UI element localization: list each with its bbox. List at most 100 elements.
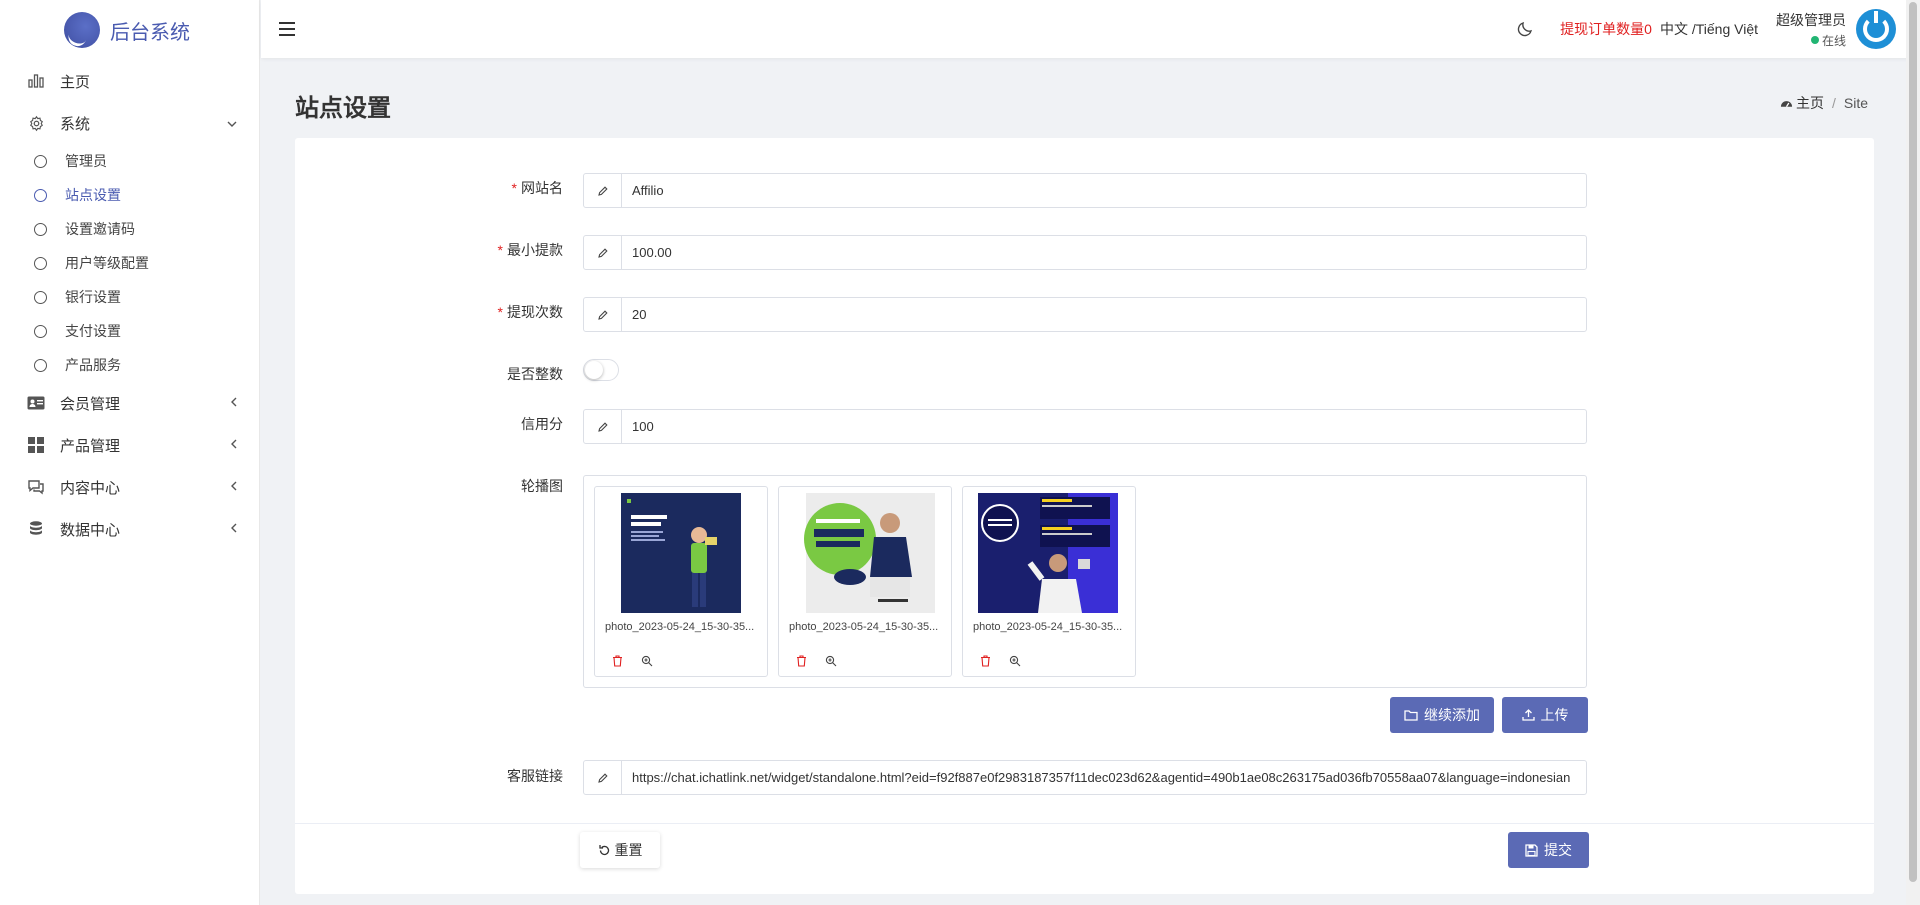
sidebar-item-label: 管理员 <box>65 153 107 169</box>
upload-icon <box>1521 709 1535 721</box>
carousel-image-3[interactable] <box>977 493 1119 613</box>
save-icon <box>1525 843 1538 857</box>
page-title: 站点设置 <box>295 95 391 122</box>
moon-icon[interactable] <box>1516 20 1534 38</box>
zoom-in-icon[interactable] <box>823 653 839 669</box>
sidebar-menu: 主页 系统 管理员 站点设置 设置邀请码 用户等级配置 银行设置 支付设置 产品… <box>0 60 259 550</box>
logo[interactable]: 后台系统 <box>0 0 259 60</box>
service-link-label: 客服链接 <box>507 768 563 784</box>
refresh-icon <box>598 844 609 855</box>
sidebar-item-products[interactable]: 产品管理 <box>0 424 259 466</box>
zoom-in-icon[interactable] <box>1007 653 1023 669</box>
sidebar-item-content[interactable]: 内容中心 <box>0 466 259 508</box>
withdraw-count-input[interactable] <box>622 298 1586 331</box>
toggle-knob <box>585 361 603 379</box>
file-name: photo_2023-05-24_15-30-35... <box>973 621 1123 633</box>
sidebar-item-label: 用户等级配置 <box>65 255 149 271</box>
sidebar-item-user-level[interactable]: 用户等级配置 <box>0 246 259 280</box>
chevron-down-icon <box>227 116 237 130</box>
folder-icon <box>1404 710 1418 721</box>
circle-icon <box>34 256 47 270</box>
withdraw-count-field[interactable] <box>583 297 1587 332</box>
file-name: photo_2023-05-24_15-30-35... <box>789 621 939 633</box>
topbar: 提现订单数量0 中文 /Tiếng Việt 超级管理员 在线 <box>261 0 1920 58</box>
sidebar-item-label: 内容中心 <box>60 479 121 497</box>
scrollbar[interactable] <box>1906 0 1920 905</box>
chevron-left-icon <box>231 396 237 410</box>
reset-button[interactable]: 重置 <box>580 832 660 868</box>
breadcrumb-home[interactable]: 主页 <box>1796 93 1824 113</box>
circle-icon <box>34 290 47 304</box>
pencil-icon <box>584 298 622 331</box>
zoom-in-icon[interactable] <box>639 653 655 669</box>
sidebar-item-home[interactable]: 主页 <box>0 60 259 102</box>
required-mark: * <box>497 242 503 258</box>
required-mark: * <box>511 180 517 196</box>
trash-icon[interactable] <box>977 653 993 669</box>
sidebar-item-bank-settings[interactable]: 银行设置 <box>0 280 259 314</box>
sidebar-item-product-service[interactable]: 产品服务 <box>0 348 259 382</box>
carousel-thumb: photo_2023-05-24_15-30-35... <box>594 486 768 677</box>
user-name: 超级管理员 <box>1776 11 1846 28</box>
avatar[interactable] <box>1856 9 1896 49</box>
file-name: photo_2023-05-24_15-30-35... <box>605 621 755 633</box>
trash-icon[interactable] <box>609 653 625 669</box>
service-link-input[interactable] <box>622 761 1586 794</box>
sidebar-item-label: 会员管理 <box>60 395 121 413</box>
sidebar-item-invite-code[interactable]: 设置邀请码 <box>0 212 259 246</box>
language-switch[interactable]: 中文 /Tiếng Việt <box>1660 19 1758 39</box>
logo-icon <box>64 12 100 48</box>
integer-only-toggle[interactable] <box>583 359 619 381</box>
settings-form-card: *网站名 *最小提款 *提现次数 是否整数 信用分 轮播图 <box>295 138 1874 894</box>
credit-field[interactable] <box>583 409 1587 444</box>
carousel-image-2[interactable] <box>797 493 935 613</box>
system-submenu: 管理员 站点设置 设置邀请码 用户等级配置 银行设置 支付设置 产品服务 <box>0 144 259 382</box>
sidebar-item-system[interactable]: 系统 <box>0 102 259 144</box>
site-name-field[interactable] <box>583 173 1587 208</box>
breadcrumb: 主页 / Site <box>1780 93 1868 113</box>
add-more-button[interactable]: 继续添加 <box>1390 697 1494 733</box>
credit-input[interactable] <box>622 410 1586 443</box>
sidebar-item-site-settings[interactable]: 站点设置 <box>0 178 259 212</box>
carousel-upload-area: photo_2023-05-24_15-30-35... photo_2023-… <box>583 475 1587 688</box>
sidebar: 后台系统 主页 系统 管理员 站点设置 设置邀请码 用户等级配置 银行设置 支付… <box>0 0 260 905</box>
site-name-input[interactable] <box>622 174 1586 207</box>
sidebar-item-label: 产品管理 <box>60 437 121 455</box>
sidebar-item-label: 设置邀请码 <box>65 221 135 237</box>
sidebar-item-label: 系统 <box>60 115 91 133</box>
trash-icon[interactable] <box>793 653 809 669</box>
sidebar-item-members[interactable]: 会员管理 <box>0 382 259 424</box>
sidebar-item-admin[interactable]: 管理员 <box>0 144 259 178</box>
carousel-image-1[interactable] <box>621 493 741 613</box>
scrollbar-thumb[interactable] <box>1909 2 1917 882</box>
sidebar-item-label: 支付设置 <box>65 323 121 339</box>
gear-icon <box>27 114 45 132</box>
submit-button[interactable]: 提交 <box>1508 832 1589 868</box>
breadcrumb-current: Site <box>1843 95 1868 111</box>
chat-icon <box>27 478 45 496</box>
min-withdraw-input[interactable] <box>622 236 1586 269</box>
power-icon <box>1863 11 1889 42</box>
form-divider <box>295 823 1874 824</box>
circle-icon <box>34 154 47 168</box>
service-link-field[interactable] <box>583 760 1587 795</box>
pencil-icon <box>584 236 622 269</box>
user-info[interactable]: 超级管理员 在线 <box>1776 10 1846 49</box>
hamburger-icon[interactable] <box>279 22 295 36</box>
min-withdraw-field[interactable] <box>583 235 1587 270</box>
sidebar-item-data[interactable]: 数据中心 <box>0 508 259 550</box>
database-icon <box>27 520 45 538</box>
carousel-thumb: photo_2023-05-24_15-30-35... <box>962 486 1136 677</box>
upload-button[interactable]: 上传 <box>1502 697 1588 733</box>
sidebar-item-label: 站点设置 <box>65 187 121 203</box>
withdraw-orders-link[interactable]: 提现订单数量0 <box>1560 19 1652 39</box>
pencil-icon <box>584 410 622 443</box>
pencil-icon <box>584 761 622 794</box>
id-card-icon <box>27 394 45 412</box>
sidebar-item-payment-settings[interactable]: 支付设置 <box>0 314 259 348</box>
credit-label: 信用分 <box>521 416 563 432</box>
bar-chart-icon <box>27 72 45 90</box>
carousel-label: 轮播图 <box>521 478 563 494</box>
withdraw-count-label: * 提现次数 <box>497 304 563 320</box>
user-status: 在线 <box>1776 32 1846 49</box>
